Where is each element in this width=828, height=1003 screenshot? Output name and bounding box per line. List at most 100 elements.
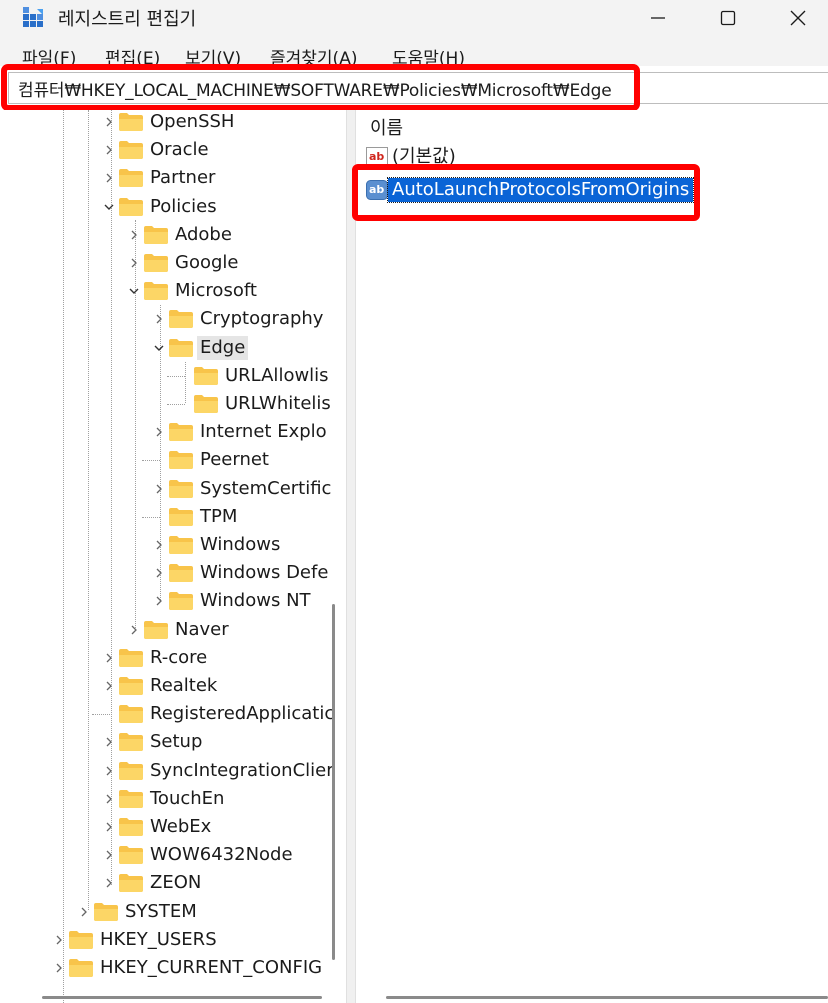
tree-node-label: Google	[175, 252, 239, 273]
chevron-right-icon[interactable]	[152, 538, 166, 552]
chevron-right-icon[interactable]	[127, 228, 141, 242]
tree-node-registeredapplicatic[interactable]: RegisteredApplicatic	[0, 700, 340, 728]
chevron-right-icon[interactable]	[102, 735, 116, 749]
chevron-right-icon[interactable]	[102, 792, 116, 806]
folder-icon	[119, 197, 143, 216]
folder-icon	[194, 395, 218, 413]
tree-node-partner[interactable]: Partner	[0, 164, 340, 192]
chevron-right-icon[interactable]	[152, 594, 166, 608]
tree-node-cryptography[interactable]: Cryptography	[0, 305, 340, 333]
tree-node-label: URLWhitelis	[225, 393, 331, 414]
chevron-right-icon[interactable]	[152, 566, 166, 580]
tree-node-edge[interactable]: Edge	[0, 334, 340, 362]
maximize-icon	[720, 10, 736, 26]
chevron-right-icon[interactable]	[102, 820, 116, 834]
tree-node-windows[interactable]: Windows	[0, 531, 340, 559]
chevron-right-icon[interactable]	[152, 482, 166, 496]
tree-node-hkey-current-config[interactable]: HKEY_CURRENT_CONFIG	[0, 954, 340, 982]
window-title: 레지스트리 편집기	[58, 9, 197, 30]
folder-icon	[169, 592, 193, 611]
pane-splitter[interactable]	[346, 110, 356, 1003]
folder-icon	[169, 479, 193, 498]
chevron-right-icon[interactable]	[102, 679, 116, 693]
folder-icon	[169, 536, 193, 554]
chevron-down-icon[interactable]	[102, 200, 116, 214]
tree-node-oracle[interactable]: Oracle	[0, 136, 340, 164]
tree-node-label: TouchEn	[150, 787, 225, 809]
folder-icon	[169, 423, 193, 442]
key-tree-pane[interactable]: OpenSSH Oracle Partner Policies Adobe Google M…	[0, 110, 346, 1003]
tree-horizontal-scrollbar[interactable]	[42, 996, 322, 999]
folder-icon	[119, 169, 143, 188]
folder-icon	[119, 705, 143, 724]
chevron-down-icon[interactable]	[152, 341, 166, 355]
column-header-name[interactable]: 이름	[370, 114, 403, 140]
tree-node-realtek[interactable]: Realtek	[0, 672, 340, 700]
tree-node-label: SyncIntegrationClier	[150, 759, 334, 781]
title-bar: 레지스트리 편집기	[0, 0, 828, 36]
chevron-right-icon[interactable]	[102, 848, 116, 862]
tree-node-webex[interactable]: WebEx	[0, 813, 340, 841]
chevron-right-icon[interactable]	[152, 312, 166, 326]
folder-icon	[194, 366, 218, 385]
folder-icon	[119, 874, 143, 893]
chevron-right-icon[interactable]	[52, 961, 66, 975]
chevron-right-icon[interactable]	[127, 623, 141, 637]
tree-node-hkey-users[interactable]: HKEY_USERS	[0, 926, 340, 954]
folder-icon	[169, 310, 193, 329]
tree-node-naver[interactable]: Naver	[0, 616, 340, 644]
tree-node-openssh[interactable]: OpenSSH	[0, 110, 340, 136]
chevron-right-icon[interactable]	[127, 256, 141, 270]
tree-node-windows-defe[interactable]: Windows Defe	[0, 559, 340, 587]
chevron-right-icon[interactable]	[102, 143, 116, 157]
svg-text:ab: ab	[369, 150, 384, 163]
tree-vertical-scrollbar[interactable]	[332, 604, 335, 960]
tree-connector-line	[142, 460, 160, 462]
close-button[interactable]	[768, 0, 828, 36]
folder-icon	[69, 959, 93, 977]
chevron-right-icon[interactable]	[77, 905, 91, 919]
tree-node-microsoft[interactable]: Microsoft	[0, 277, 340, 305]
chevron-right-icon[interactable]	[102, 764, 116, 778]
chevron-down-icon[interactable]	[127, 284, 141, 298]
tree-node-urlallowlis[interactable]: URLAllowlis	[0, 362, 340, 390]
tree-node-urlwhitelis[interactable]: URLWhitelis	[0, 390, 340, 418]
tree-node-windows-nt[interactable]: Windows NT	[0, 587, 340, 615]
folder-icon	[119, 113, 143, 131]
tree-node-systemcertific[interactable]: SystemCertific	[0, 475, 340, 503]
tree-connector-line	[167, 375, 185, 377]
tree-node-peernet[interactable]: Peernet	[0, 446, 340, 474]
chevron-right-icon[interactable]	[102, 876, 116, 890]
tree-node-google[interactable]: Google	[0, 249, 340, 277]
folder-icon	[169, 507, 193, 526]
tree-node-wow6432node[interactable]: WOW6432Node	[0, 841, 340, 869]
maximize-button[interactable]	[698, 0, 758, 36]
chevron-right-icon[interactable]	[102, 115, 116, 129]
minimize-button[interactable]	[628, 0, 688, 36]
tree-node-internet-explo[interactable]: Internet Explo	[0, 418, 340, 446]
tree-node-label: Peernet	[200, 449, 269, 471]
tree-connector-line	[167, 404, 185, 405]
values-horizontal-scrollbar[interactable]	[386, 996, 828, 999]
tree-node-label: RegisteredApplicatic	[150, 703, 335, 725]
folder-icon	[169, 338, 193, 357]
folder-icon	[119, 761, 143, 780]
tree-node-setup[interactable]: Setup	[0, 728, 340, 756]
values-pane[interactable]	[356, 110, 828, 1003]
tree-node-system[interactable]: SYSTEM	[0, 898, 340, 926]
tree-node-syncintegrationclier[interactable]: SyncIntegrationClier	[0, 757, 340, 785]
tree-node-policies[interactable]: Policies	[0, 193, 340, 221]
chevron-right-icon[interactable]	[102, 651, 116, 665]
tree-node-adobe[interactable]: Adobe	[0, 221, 340, 249]
chevron-right-icon[interactable]	[152, 425, 166, 439]
address-highlight-box	[1, 64, 640, 111]
tree-node-tpm[interactable]: TPM	[0, 503, 340, 531]
tree-node-label: Internet Explo	[200, 421, 327, 443]
tree-node-touchen[interactable]: TouchEn	[0, 785, 340, 813]
tree-node-label: HKEY_USERS	[100, 928, 217, 950]
chevron-right-icon[interactable]	[102, 171, 116, 185]
tree-node-label: Windows Defe	[200, 562, 329, 584]
tree-node-zeon[interactable]: ZEON	[0, 869, 340, 897]
chevron-right-icon[interactable]	[52, 933, 66, 947]
tree-node-r-core[interactable]: R-core	[0, 644, 340, 672]
